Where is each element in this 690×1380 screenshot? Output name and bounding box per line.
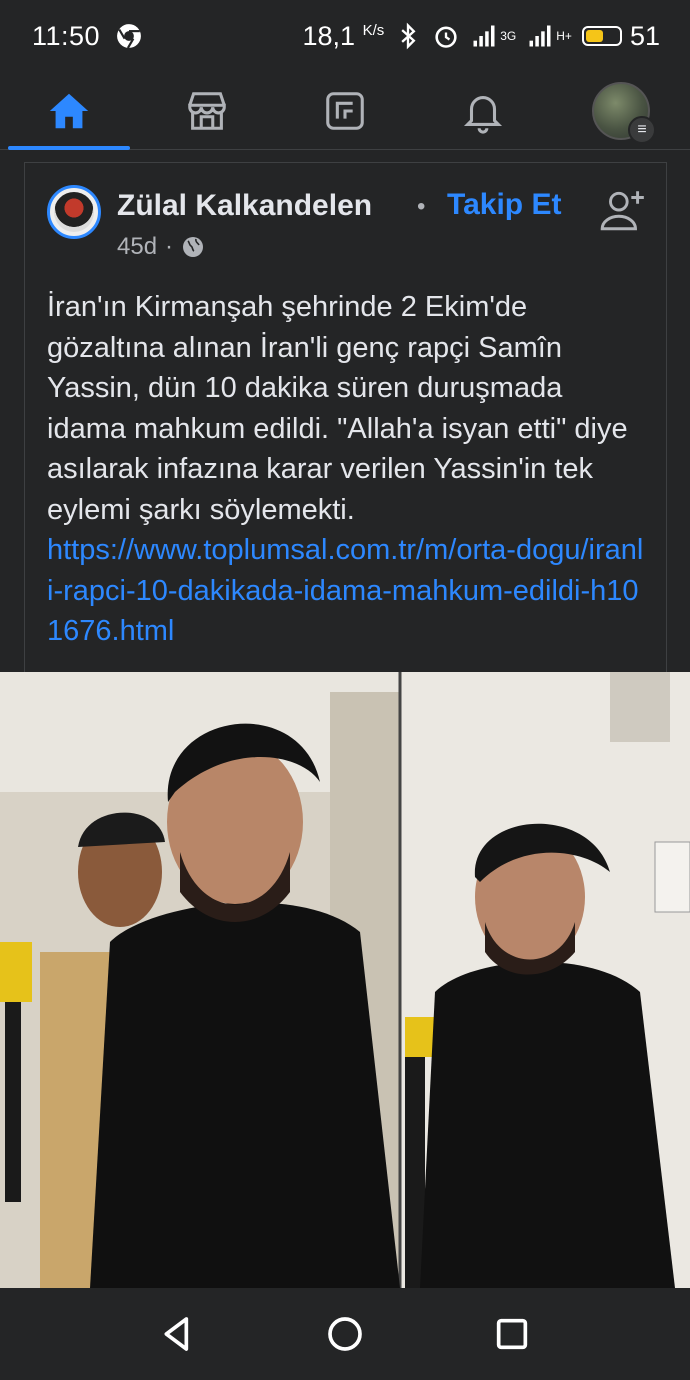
tab-home[interactable] — [0, 72, 138, 150]
post-photo[interactable] — [0, 672, 690, 1288]
chrome-icon — [117, 24, 141, 49]
tab-feeds[interactable] — [276, 72, 414, 150]
battery-icon — [581, 26, 622, 46]
author-avatar[interactable] — [47, 185, 101, 239]
home-circle-icon[interactable] — [325, 1314, 365, 1354]
network-3g-label: 3G — [500, 29, 517, 43]
battery-indicator: 51 — [581, 20, 660, 52]
post-header: Zülal Kalkandelen • Takip Et 45d · — [47, 185, 648, 265]
feed-icon — [326, 91, 364, 130]
system-navigation — [0, 1288, 690, 1380]
post-time[interactable]: 45d — [117, 233, 157, 261]
post-message: İran'ın Kirmanşah şehrinde 2 Ekim'de göz… — [47, 291, 628, 526]
tab-menu[interactable]: ≡ — [552, 72, 690, 150]
network-speed: 18,1 K/s — [302, 20, 385, 51]
battery-percent: 51 — [629, 20, 660, 51]
tab-notifications[interactable] — [414, 72, 552, 150]
status-bar: 11:50 18,1 K/s 3G H+ 51 — [0, 0, 690, 72]
bluetooth-icon — [401, 22, 416, 50]
post-link[interactable]: https://www.toplumsal.com.tr/m/orta-dogu… — [47, 530, 647, 652]
menu-icon: ≡ — [628, 115, 656, 144]
separator-dot: • — [417, 193, 426, 220]
post-text: İran'ın Kirmanşah şehrinde 2 Ekim'de göz… — [47, 287, 647, 652]
signal-icon — [473, 25, 495, 47]
status-time: 11:50 — [32, 20, 101, 51]
add-friend-icon[interactable] — [598, 185, 648, 235]
meta-separator: · — [165, 233, 174, 260]
alarm-icon — [435, 26, 457, 48]
recents-square-icon[interactable] — [492, 1314, 532, 1354]
post-card: Zülal Kalkandelen • Takip Et 45d · İran'… — [24, 162, 667, 672]
top-navigation: ≡ — [0, 72, 690, 150]
bell-icon — [463, 95, 503, 134]
post-meta: 45d · — [117, 233, 205, 261]
store-icon — [188, 91, 226, 130]
tab-marketplace[interactable] — [138, 72, 276, 150]
battery-level — [585, 30, 603, 42]
globe-icon — [183, 237, 204, 257]
signal-icon-2 — [529, 25, 551, 47]
author-name[interactable]: Zülal Kalkandelen — [117, 189, 372, 223]
back-triangle-icon[interactable] — [158, 1314, 198, 1354]
follow-button[interactable]: Takip Et — [447, 188, 561, 222]
network-h-label: H+ — [556, 29, 572, 43]
home-icon — [49, 93, 89, 128]
